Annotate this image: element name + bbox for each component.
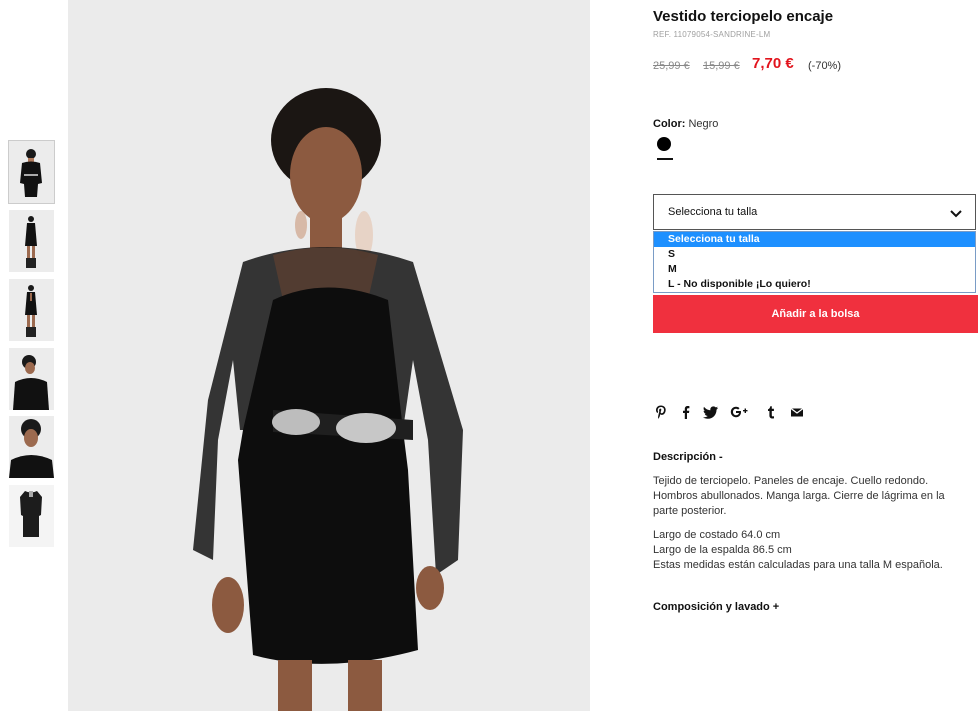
add-to-bag-button[interactable]: Añadir a la bolsa	[653, 295, 978, 333]
current-price: 7,70 €	[752, 55, 794, 72]
description-line: parte posterior.	[653, 505, 727, 517]
thumbnail-5[interactable]	[9, 416, 54, 478]
twitter-icon[interactable]	[703, 404, 719, 420]
composition-toggle[interactable]: Composición y lavado +	[653, 601, 779, 613]
measurement-line: Estas medidas están calculadas para una …	[653, 559, 943, 571]
thumbnail-2[interactable]	[9, 210, 54, 272]
pinterest-icon[interactable]	[653, 404, 669, 420]
size-option-label: S	[668, 248, 676, 260]
previous-price: 15,99 €	[703, 60, 740, 72]
description-line: Tejido de terciopelo. Paneles de encaje.…	[653, 475, 929, 487]
color-value: Negro	[688, 118, 719, 130]
chevron-down-icon	[950, 210, 962, 218]
size-option-l[interactable]: L - No disponible ¡Lo quiero!	[654, 277, 975, 292]
color-swatch-black[interactable]	[657, 137, 671, 151]
thumbnail-6[interactable]	[9, 485, 54, 547]
thumbnail-3[interactable]	[9, 279, 54, 341]
size-option-label: M	[668, 263, 677, 275]
color-label: Color:	[653, 118, 686, 130]
original-price: 25,99 €	[653, 60, 690, 72]
discount-label: (-70%)	[808, 60, 842, 72]
size-option-s[interactable]: S	[654, 247, 975, 262]
email-icon[interactable]	[789, 404, 805, 420]
size-select-label: Selecciona tu talla	[668, 206, 758, 218]
size-option-label: L - No disponible ¡Lo quiero!	[668, 278, 811, 290]
product-reference: REF. 11079054-SANDRINE-LM	[653, 30, 771, 39]
size-dropdown-list: Selecciona tu talla S M L - No disponibl…	[653, 231, 976, 293]
tumblr-icon[interactable]	[763, 404, 779, 420]
thumbnail-4[interactable]	[9, 348, 54, 410]
measurement-line: Largo de costado 64.0 cm	[653, 529, 781, 541]
facebook-icon[interactable]	[678, 404, 694, 420]
selected-color-indicator	[657, 158, 673, 160]
description-heading[interactable]: Descripción -	[653, 451, 723, 463]
color-row: Color: Negro	[653, 118, 718, 130]
product-title: Vestido terciopelo encaje	[653, 8, 834, 25]
product-main-image[interactable]	[68, 0, 590, 711]
measurement-line: Largo de la espalda 86.5 cm	[653, 544, 792, 556]
size-option-placeholder[interactable]: Selecciona tu talla	[654, 232, 975, 247]
size-option-label: Selecciona tu talla	[668, 233, 760, 245]
size-option-m[interactable]: M	[654, 262, 975, 277]
thumbnail-1[interactable]	[8, 140, 55, 204]
description-line: Hombros abullonados. Manga larga. Cierre…	[653, 490, 945, 502]
google-plus-icon[interactable]	[730, 404, 750, 420]
size-select[interactable]: Selecciona tu talla	[653, 194, 976, 230]
